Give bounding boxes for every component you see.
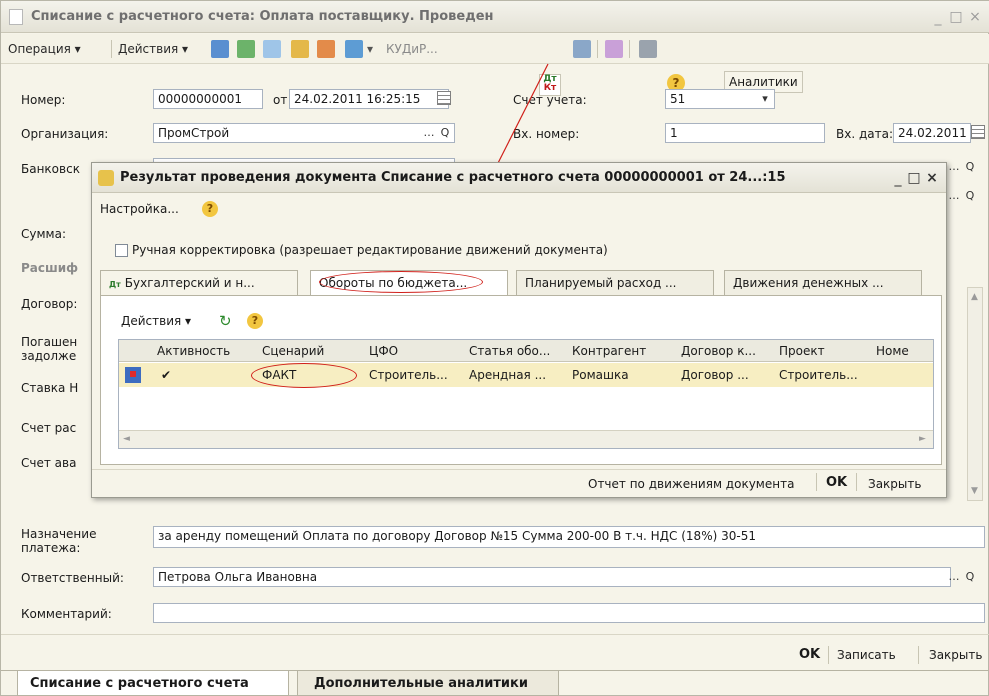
help-icon[interactable]: ? <box>202 201 218 217</box>
cell-counterparty: Ромашка <box>572 368 629 382</box>
grid-horizontal-scrollbar[interactable]: ◄ ► <box>119 430 933 448</box>
dtkt-icon: Дт <box>109 280 121 289</box>
cell-turnover-item: Арендная ... <box>469 368 547 382</box>
col-contract[interactable]: Договор к... <box>681 344 756 358</box>
cell-activity: ✔ <box>161 368 172 382</box>
settings-button[interactable]: Настройка... <box>100 202 179 216</box>
dialog-ok-button[interactable]: OK <box>826 475 847 490</box>
col-project[interactable]: Проект <box>779 344 825 358</box>
manual-edit-checkbox[interactable] <box>115 244 128 257</box>
tab-accounting[interactable]: Дт Бухгалтерский и н... <box>100 270 298 295</box>
dialog-footer-divider <box>92 469 946 470</box>
tab-cash-movements[interactable]: Движения денежных ... <box>724 270 922 295</box>
col-activity[interactable]: Активность <box>157 344 230 358</box>
dialog-footer-separator <box>816 473 817 491</box>
posting-result-dialog: Результат проведения документа Списание … <box>91 162 947 498</box>
dialog-footer-separator <box>856 473 857 491</box>
col-counterparty[interactable]: Контрагент <box>572 344 646 358</box>
col-scenario[interactable]: Сценарий <box>262 344 324 358</box>
col-number[interactable]: Номе <box>876 344 909 358</box>
col-cfo[interactable]: ЦФО <box>369 344 398 358</box>
tab-planned-expense[interactable]: Планируемый расход ... <box>516 270 714 295</box>
manual-edit-label: Ручная корректировка (разрешает редактир… <box>132 243 608 257</box>
dialog-title-bar: Результат проведения документа Списание … <box>92 163 946 193</box>
row-record-icon-dot <box>130 371 136 377</box>
tab-cash-movements-label: Движения денежных ... <box>733 276 884 290</box>
close-button[interactable]: × <box>924 171 940 185</box>
cell-project: Строитель... <box>779 368 858 382</box>
cell-cfo: Строитель... <box>369 368 448 382</box>
tab-accounting-label: Бухгалтерский и н... <box>124 276 255 290</box>
scroll-right-icon[interactable]: ► <box>919 434 926 444</box>
cell-contract: Договор ... <box>681 368 749 382</box>
maximize-button[interactable]: □ <box>907 171 921 185</box>
refresh-icon[interactable]: ↻ <box>219 312 232 330</box>
document-post-icon <box>98 170 114 186</box>
movements-report-button[interactable]: Отчет по движениям документа <box>588 477 794 491</box>
tab-planned-expense-label: Планируемый расход ... <box>525 276 677 290</box>
budget-tab-highlight <box>319 271 483 293</box>
minimize-button[interactable]: _ <box>891 172 905 186</box>
dialog-close-button[interactable]: Закрыть <box>868 477 921 491</box>
dialog-title: Результат проведения документа Списание … <box>120 170 786 185</box>
scenario-highlight <box>251 363 357 388</box>
scroll-left-icon[interactable]: ◄ <box>123 434 130 444</box>
grid-actions-menu[interactable]: Действия ▾ <box>121 314 191 328</box>
movements-grid: Активность Сценарий ЦФО Статья обо... Ко… <box>118 339 934 449</box>
table-row[interactable]: ✔ ФАКТ Строитель... Арендная ... Ромашка… <box>119 363 933 387</box>
tab-content: Действия ▾ ↻ ? Активность Сценарий ЦФО С… <box>100 295 942 465</box>
col-turnover-item[interactable]: Статья обо... <box>469 344 550 358</box>
grid-header: Активность Сценарий ЦФО Статья обо... Ко… <box>119 340 933 362</box>
help-icon[interactable]: ? <box>247 313 263 329</box>
